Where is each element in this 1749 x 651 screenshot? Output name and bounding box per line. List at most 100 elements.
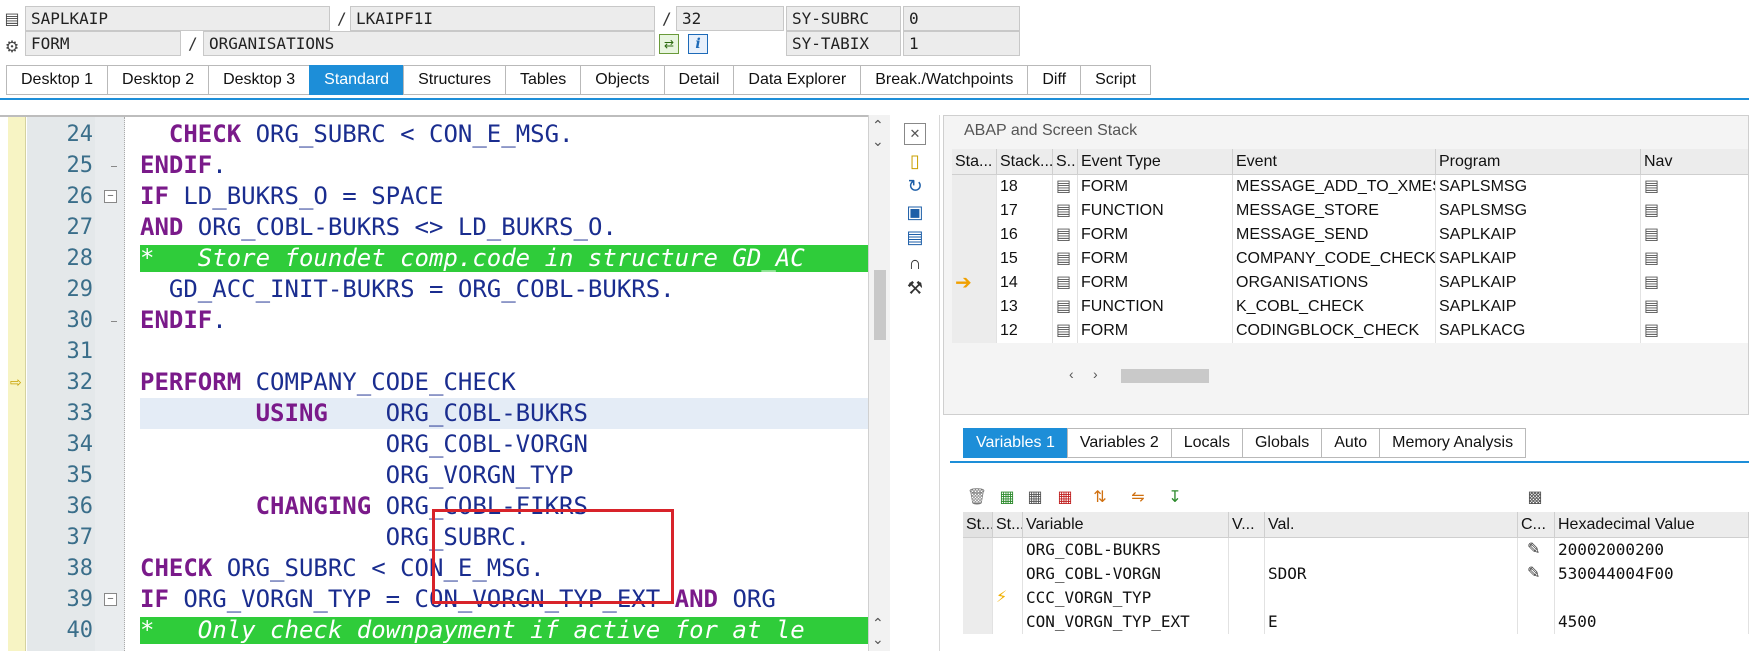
tab-variables-1[interactable]: Variables 1 <box>963 428 1067 458</box>
scrollbar-thumb[interactable] <box>1121 369 1209 383</box>
table-row[interactable]: 18 ▤ FORM MESSAGE_ADD_TO_XMESG SAPLSMSG ▤ <box>952 175 1748 199</box>
move-icon[interactable]: ⇅ <box>1088 485 1112 509</box>
code-line[interactable]: 24 CHECK ORG_SUBRC < CON_E_MSG. <box>0 119 875 150</box>
code-line[interactable]: 31 <box>0 336 875 367</box>
variable-value[interactable]: E <box>1265 610 1518 634</box>
code-line[interactable]: 28 * Store foundet comp.code in structure… <box>0 243 875 274</box>
table-row[interactable]: 17 ▤ FUNCTION MESSAGE_STORE SAPLSMSG ▤ <box>952 199 1748 223</box>
line-number-field[interactable]: 32 <box>676 6 784 31</box>
variable-value[interactable]: SDOR <box>1265 562 1518 586</box>
scroll-up-icon[interactable]: ⌃ <box>872 117 884 134</box>
code-line[interactable]: 26 IF LD_BUKRS_O = SPACE − <box>0 181 875 212</box>
include-field[interactable]: LKAIPF1I <box>350 6 655 31</box>
collapse-icon[interactable]: − <box>104 190 117 203</box>
table-row[interactable]: 16 ▤ FORM MESSAGE_SEND SAPLKAIP ▤ <box>952 223 1748 247</box>
code-line[interactable]: 32 PERFORM COMPANY_CODE_CHECK ⇨ <box>0 367 875 398</box>
scrollbar-thumb[interactable] <box>874 270 886 340</box>
navigate-icon[interactable]: ▤ <box>1641 223 1748 247</box>
column-header[interactable]: Program <box>1436 149 1641 175</box>
column-header[interactable]: Hexadecimal Value <box>1555 512 1749 538</box>
insert-row-icon[interactable]: ▦ <box>995 485 1019 509</box>
tab-desktop-2[interactable]: Desktop 2 <box>107 65 209 95</box>
info-icon[interactable]: i <box>688 34 708 54</box>
program-field[interactable]: SAPLKAIP <box>25 6 330 31</box>
code-line[interactable]: 30 ENDIF. <box>0 305 875 336</box>
event-type-field[interactable]: FORM <box>25 31 181 56</box>
tab-auto[interactable]: Auto <box>1321 428 1380 458</box>
event-field[interactable]: ORGANISATIONS <box>203 31 655 56</box>
navigate-icon[interactable]: ▤ <box>1641 295 1748 319</box>
scroll-up-icon[interactable]: ⌃ <box>872 615 884 632</box>
refresh-icon[interactable]: ↻ <box>904 175 926 197</box>
close-icon[interactable]: ✕ <box>904 123 926 145</box>
tab-memory-analysis[interactable]: Memory Analysis <box>1379 428 1527 458</box>
column-header[interactable]: St... <box>993 512 1023 538</box>
export-icon[interactable]: ↧ <box>1163 485 1187 509</box>
tab-objects[interactable]: Objects <box>580 65 664 95</box>
scroll-left-icon[interactable]: ‹ <box>1069 366 1074 382</box>
navigate-icon[interactable]: ▤ <box>1641 175 1748 199</box>
table-row[interactable]: ➔ 14 ▤ FORM ORGANISATIONS SAPLKAIP ▤ <box>952 271 1748 295</box>
column-header[interactable]: Event Type <box>1078 149 1233 175</box>
column-header[interactable]: Sta... <box>952 149 997 175</box>
layout-icon[interactable]: ▤ <box>904 226 926 248</box>
scroll-down-icon[interactable]: ⌄ <box>872 631 884 648</box>
tab-data-explorer[interactable]: Data Explorer <box>733 65 861 95</box>
table-row[interactable]: 12 ▤ FORM CODINGBLOCK_CHECK SAPLKACG ▤ <box>952 319 1748 343</box>
scroll-right-icon[interactable]: › <box>1093 366 1098 382</box>
tab-diff[interactable]: Diff <box>1027 65 1081 95</box>
source-code-editor[interactable]: 24 CHECK ORG_SUBRC < CON_E_MSG. 25 ENDIF. 2… <box>0 115 875 651</box>
table-row[interactable]: ORG_COBL-VORGN SDOR ✎ 530044004F00 <box>963 562 1749 586</box>
column-header[interactable]: Variable <box>1023 512 1229 538</box>
navigate-icon[interactable]: ▤ <box>1641 319 1748 343</box>
tab-locals[interactable]: Locals <box>1170 428 1242 458</box>
code-line[interactable]: 33 USING ORG_COBL-BUKRS <box>0 398 875 429</box>
column-header[interactable]: Nav <box>1641 149 1748 175</box>
tools-icon[interactable]: ⚒ <box>904 277 926 299</box>
table-row[interactable]: ⚡ CCC_VORGN_TYP <box>963 586 1749 610</box>
scroll-up-icon[interactable]: ⌄ <box>872 133 884 150</box>
save-icon[interactable]: ▩ <box>1523 485 1547 509</box>
tab-globals[interactable]: Globals <box>1241 428 1322 458</box>
navigate-icon[interactable]: ▤ <box>1641 271 1748 295</box>
code-line[interactable]: 27 AND ORG_COBL-BUKRS <> LD_BUKRS_O. <box>0 212 875 243</box>
column-header[interactable]: Stack... <box>997 149 1053 175</box>
tab-standard[interactable]: Standard <box>309 65 404 95</box>
tab-structures[interactable]: Structures <box>403 65 505 95</box>
column-header[interactable]: V... <box>1229 512 1265 538</box>
column-header[interactable]: Val. <box>1265 512 1518 538</box>
tab-detail[interactable]: Detail <box>663 65 734 95</box>
code-line[interactable]: 34 ORG_COBL-VORGN <box>0 429 875 460</box>
edit-icon[interactable]: ✎ <box>1521 565 1540 582</box>
delete-row-icon[interactable]: ▦ <box>1053 485 1077 509</box>
document-icon[interactable]: ▯ <box>904 150 926 172</box>
headphones-icon[interactable]: ∩ <box>904 252 926 274</box>
append-row-icon[interactable]: ▦ <box>1023 485 1047 509</box>
column-header[interactable]: C... <box>1518 512 1555 538</box>
column-header[interactable]: Event <box>1233 149 1436 175</box>
tab-desktop-3[interactable]: Desktop 3 <box>208 65 310 95</box>
navigate-icon[interactable]: ▤ <box>1641 199 1748 223</box>
full-screen-icon[interactable]: ▣ <box>904 201 926 223</box>
code-line[interactable]: 40 * Only check downpayment if active for… <box>0 615 875 646</box>
column-header[interactable]: S... <box>1053 149 1078 175</box>
table-row[interactable]: 13 ▤ FUNCTION K_COBL_CHECK SAPLKAIP ▤ <box>952 295 1748 319</box>
tab-tables[interactable]: Tables <box>505 65 581 95</box>
tab-script[interactable]: Script <box>1080 65 1151 95</box>
delete-icon[interactable]: 🗑 <box>965 485 989 509</box>
editor-scrollbar[interactable]: ⌃ ⌄ ⌃ ⌄ <box>868 115 890 651</box>
table-row[interactable]: CON_VORGN_TYP_EXT E 4500 <box>963 610 1749 634</box>
tab-desktop-1[interactable]: Desktop 1 <box>6 65 108 95</box>
edit-icon[interactable]: ✎ <box>1521 541 1540 558</box>
tab-variables-2[interactable]: Variables 2 <box>1066 428 1171 458</box>
collapse-icon[interactable]: − <box>104 593 117 606</box>
navigate-icon[interactable]: ▤ <box>1641 247 1748 271</box>
variable-value[interactable] <box>1265 538 1518 562</box>
table-row[interactable]: ORG_COBL-BUKRS ✎ 20002000200 <box>963 538 1749 562</box>
transfer-icon[interactable]: ⇋ <box>1126 485 1150 509</box>
code-line[interactable]: 25 ENDIF. <box>0 150 875 181</box>
tab-breakpoints[interactable]: Break./Watchpoints <box>860 65 1028 95</box>
horizontal-scrollbar[interactable]: ‹ › <box>1069 366 1209 386</box>
goto-icon[interactable]: ⇄ <box>659 34 679 54</box>
column-header[interactable]: St... <box>963 512 993 538</box>
